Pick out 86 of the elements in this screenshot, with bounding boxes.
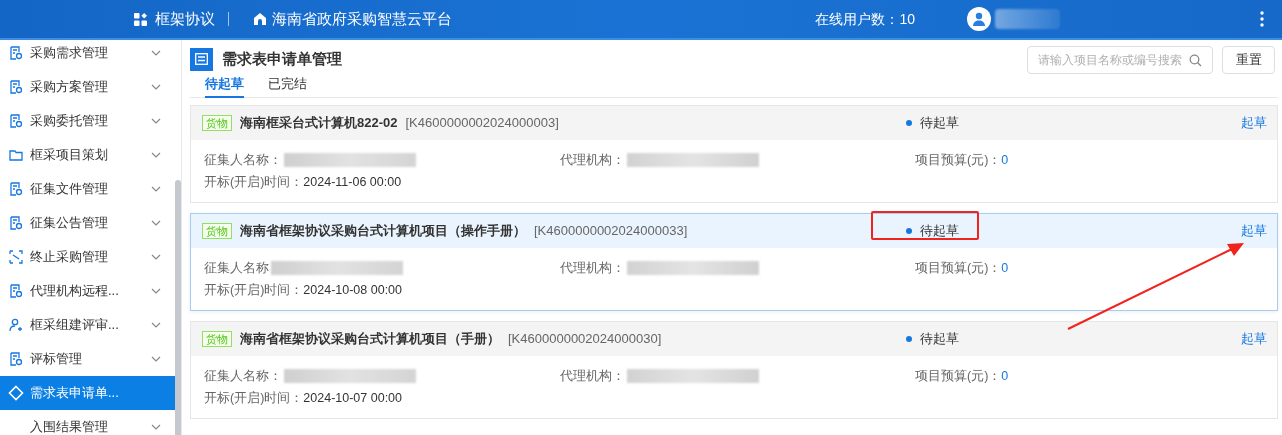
frame-icon [8, 249, 24, 265]
draft-link[interactable]: 起草 [1241, 221, 1267, 241]
collector-label: 征集人名称： [204, 368, 282, 385]
more-icon[interactable] [1260, 11, 1264, 27]
sidebar-item[interactable]: 入围结果管理 [0, 410, 175, 435]
budget-label: 项目预算(元)： [915, 260, 1002, 277]
avatar-icon [967, 7, 991, 31]
chevron-icon [151, 84, 161, 90]
chevron-icon [151, 254, 161, 260]
sidebar-item[interactable]: 征集公告管理 [0, 206, 175, 240]
person-icon [8, 317, 24, 333]
project-code: [K4600000002024000003] [405, 114, 559, 133]
sidebar-item[interactable]: 终止采购管理 [0, 240, 175, 274]
budget-label: 项目预算(元)： [915, 152, 1002, 169]
document-icon [8, 113, 24, 129]
search-icon[interactable] [1189, 53, 1202, 67]
date-value: 2024-11-06 00:00 [303, 174, 402, 191]
diamond-icon [8, 385, 24, 401]
category-tag: 货物 [202, 115, 232, 131]
project-code: [K4600000002024000033] [534, 222, 688, 241]
budget-value: 0 [1001, 152, 1009, 169]
online-users-count: 在线用户数：10 [815, 9, 915, 29]
form-icon [190, 47, 213, 71]
budget-value: 0 [1001, 260, 1009, 277]
project-card[interactable]: 货物 海南省框架协议采购台式计算机项目（手册） [K4600000002024000030] 待起草 起草 征集人名称： 代理机构： 项目预算(元)：0 开标(开启)时间：2024-10-07 00:00 [190, 321, 1278, 419]
document-icon [8, 351, 24, 367]
budget-value: 0 [1001, 368, 1009, 385]
chevron-icon [151, 50, 161, 56]
agency-label: 代理机构： [560, 152, 625, 169]
collector-label: 征集人名称 [204, 260, 269, 277]
chevron-icon [151, 322, 161, 328]
category-tag: 货物 [202, 331, 232, 347]
document-icon [8, 45, 24, 61]
document-icon [8, 215, 24, 231]
page-title: 需求表申请单管理 [222, 48, 342, 69]
sidebar-item[interactable]: 采购方案管理 [0, 70, 175, 104]
grid-icon [134, 12, 147, 26]
home-icon [253, 12, 267, 26]
budget-label: 项目预算(元)： [915, 368, 1002, 385]
redacted-user-name [995, 9, 1060, 29]
chevron-icon [151, 186, 161, 192]
sidebar-item[interactable]: 框采组建评审... [0, 308, 175, 342]
category-tag: 货物 [202, 223, 232, 239]
chevron-icon [151, 118, 161, 124]
project-card[interactable]: 货物 海南省框架协议采购台式计算机项目（操作手册） [K4600000002024000033] 待起草 起草 征集人名称 代理机构： 项目预算(元)：0 开标(开启)时间：2024-10-08 00:00 [190, 213, 1278, 311]
document-icon [8, 283, 24, 299]
status-text: 待起草 [920, 330, 959, 349]
chevron-icon [151, 288, 161, 294]
chevron-icon [151, 152, 161, 158]
document-icon [8, 79, 24, 95]
date-value: 2024-10-08 00:00 [303, 282, 403, 299]
project-card[interactable]: 货物 海南框采台式计算机822-02 [K4600000002024000003] 待起草 起草 征集人名称： 代理机构： 项目预算(元)：0 开标(开启)时间：2024-11-06 00:00 [190, 105, 1278, 203]
draft-link[interactable]: 起草 [1241, 329, 1267, 349]
collector-label: 征集人名称： [204, 152, 282, 169]
folder-icon [8, 147, 24, 163]
sidebar-item[interactable]: 采购委托管理 [0, 104, 175, 138]
reset-button[interactable]: 重置 [1222, 46, 1275, 74]
date-label: 开标(开启)时间： [204, 174, 304, 191]
project-code: [K4600000002024000030] [508, 330, 662, 349]
chevron-icon [151, 356, 161, 362]
sidebar-item[interactable]: 征集文件管理 [0, 172, 175, 206]
tab[interactable]: 待起草 [205, 74, 244, 98]
agency-label: 代理机构： [560, 368, 625, 385]
sidebar-item[interactable]: 采购需求管理 [0, 40, 175, 70]
search-field[interactable]: 请输入项目名称或编号搜索 [1027, 46, 1213, 74]
sidebar-item[interactable]: 代理机构远程... [0, 274, 175, 308]
chevron-icon [151, 424, 161, 430]
document-icon [8, 181, 24, 197]
status-text: 待起草 [920, 114, 959, 133]
platform-title: 海南省政府采购智慧云平台 [272, 8, 452, 29]
sidebar-item[interactable]: 框采项目策划 [0, 138, 175, 172]
project-title: 海南省框架协议采购台式计算机项目（手册） [240, 330, 500, 349]
sidebar-item[interactable]: 需求表申请单... [0, 376, 175, 410]
draft-link[interactable]: 起草 [1241, 113, 1267, 133]
date-value: 2024-10-07 00:00 [303, 390, 403, 407]
tab[interactable]: 已完结 [268, 74, 307, 98]
agency-label: 代理机构： [560, 260, 625, 277]
project-title: 海南省框架协议采购台式计算机项目（操作手册） [240, 222, 526, 241]
status-text: 待起草 [920, 222, 959, 241]
date-label: 开标(开启)时间： [204, 390, 304, 407]
module-title[interactable]: 框架协议 [155, 7, 215, 31]
scrollbar-thumb[interactable] [175, 180, 181, 435]
date-label: 开标(开启)时间： [204, 282, 304, 299]
project-title: 海南框采台式计算机822-02 [240, 114, 398, 133]
chevron-icon [151, 220, 161, 226]
sidebar-item[interactable]: 评标管理 [0, 342, 175, 376]
